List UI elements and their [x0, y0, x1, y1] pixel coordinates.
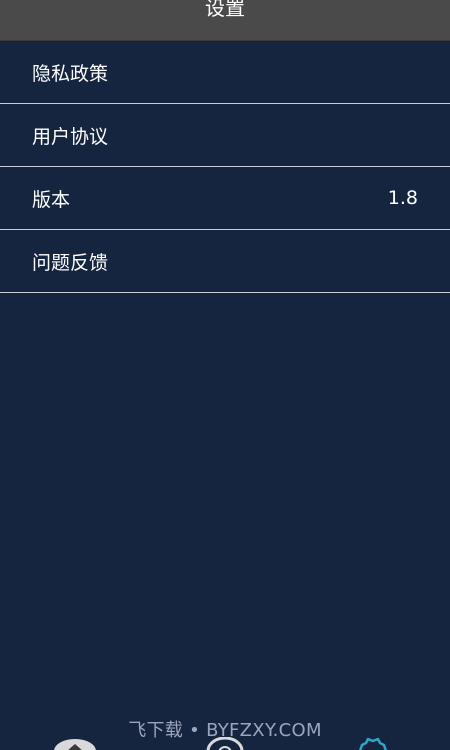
- version-value: 1.8: [387, 187, 418, 209]
- settings-item-privacy-policy[interactable]: 隐私政策: [0, 41, 450, 104]
- settings-item-user-agreement[interactable]: 用户协议: [0, 104, 450, 167]
- home-icon[interactable]: [54, 736, 96, 750]
- settings-screen: 设置 隐私政策 用户协议 版本 1.8 问题反馈 飞下载 • BYFZXY.CO…: [0, 0, 450, 750]
- page-title: 设置: [205, 0, 245, 20]
- bottom-tab-bar: [0, 736, 450, 750]
- gear-icon[interactable]: [356, 736, 390, 750]
- settings-item-label: 问题反馈: [32, 251, 109, 274]
- settings-item-label: 隐私政策: [32, 62, 109, 85]
- settings-item-version[interactable]: 版本 1.8: [0, 167, 450, 230]
- settings-item-label: 版本: [32, 188, 71, 211]
- settings-item-label: 用户协议: [32, 125, 109, 148]
- compass-icon[interactable]: [204, 736, 246, 750]
- settings-list: 隐私政策 用户协议 版本 1.8 问题反馈: [0, 41, 450, 293]
- header-bar: 设置: [0, 0, 450, 41]
- settings-item-feedback[interactable]: 问题反馈: [0, 230, 450, 293]
